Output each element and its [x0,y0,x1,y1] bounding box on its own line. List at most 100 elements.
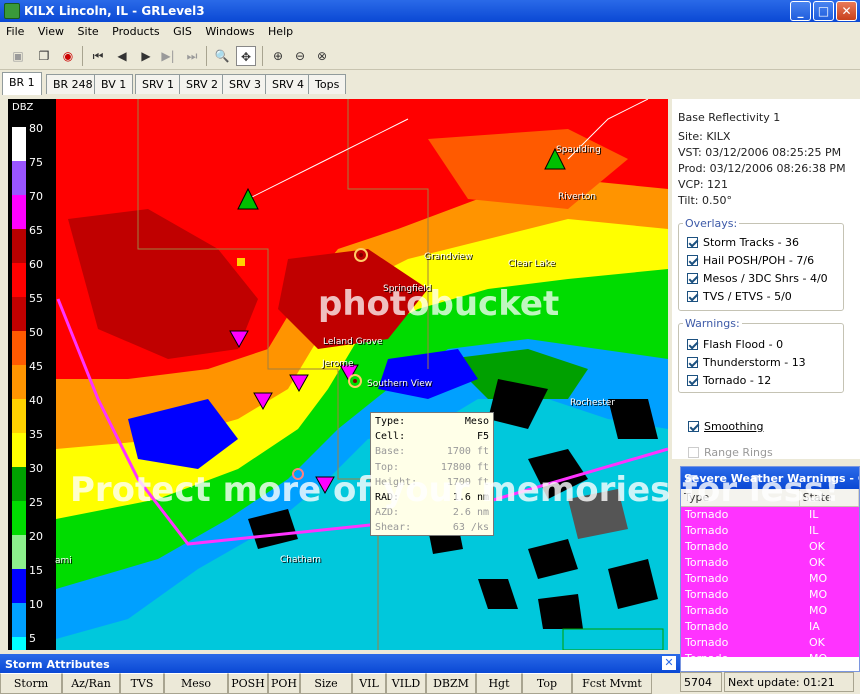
first-frame-icon[interactable]: ⏮ [88,46,108,66]
table-row[interactable]: Tornado OK [681,635,859,651]
tab-srv4[interactable]: SRV 4 [265,74,312,94]
col-tvs[interactable]: TVS [120,673,164,694]
radar-display[interactable]: DBZ 80 75 70 65 60 55 50 45 40 35 30 25 … [8,99,668,650]
legend-label: 5 [29,632,36,645]
watermark-logo: photobucket [318,284,560,324]
tab-br248[interactable]: BR 248 [46,74,100,94]
legend-label: 35 [29,428,43,441]
table-row[interactable]: TornadoMO [681,587,859,603]
close-button[interactable]: ✕ [836,1,857,21]
overlay-mesos[interactable]: Mesos / 3DC Shrs - 4/0 [687,272,828,285]
warnings-group: Warnings: Flash Flood - 0 Thunderstorm -… [678,317,844,393]
next-frame-icon[interactable]: ▶| [158,46,178,66]
toolbar: ▣ ❐ ◉ ⏮ ◀ ▶ ▶| ⏭ 🔍 ✥ ⊕ ⊖ ⊗ [0,42,860,70]
map-label-rochester: Rochester [570,398,615,408]
tab-bv1[interactable]: BV 1 [94,74,134,94]
checkbox[interactable] [687,291,698,302]
copy-icon[interactable]: ❐ [34,46,54,66]
legend-label: 80 [29,122,43,135]
legend-label: 55 [29,292,43,305]
checkbox[interactable] [687,273,698,284]
checkbox[interactable] [688,421,699,432]
zoom-icon[interactable]: 🔍 [212,46,232,66]
menu-products[interactable]: Products [106,22,164,38]
checkbox[interactable] [687,375,698,386]
col-storm[interactable]: Storm [0,673,62,694]
col-vild[interactable]: VILD [386,673,426,694]
vst-line: VST: 03/12/2006 08:25:25 PM [678,146,842,159]
popup-row-base: Base: 1700 ft [375,446,489,458]
col-posh[interactable]: POSH [228,673,268,694]
tab-srv1[interactable]: SRV 1 [135,74,182,94]
map-label-leland-grove: Leland Grove [323,337,383,347]
col-az-ran[interactable]: Az/Ran [62,673,120,694]
map-label-chatham: Chatham [280,555,322,565]
zoom-reset-icon[interactable]: ⊗ [312,46,332,66]
menu-bar: File View Site Products GIS Windows Help [0,22,860,41]
checkbox[interactable] [687,237,698,248]
table-row[interactable]: Tornado IL [681,523,859,539]
menu-site[interactable]: Site [72,22,103,38]
col-size[interactable]: Size [300,673,352,694]
last-frame-icon[interactable]: ⏭ [182,46,202,66]
pan-icon[interactable]: ✥ [236,46,256,66]
menu-file[interactable]: File [0,22,28,38]
minimize-button[interactable]: _ [790,1,811,21]
play-icon[interactable]: ▶ [136,46,156,66]
tab-srv3[interactable]: SRV 3 [222,74,269,94]
range-rings-checkbox[interactable]: Range Rings [688,446,773,459]
col-meso[interactable]: Meso [164,673,228,694]
maximize-button[interactable]: □ [813,1,834,21]
menu-view[interactable]: View [32,22,68,38]
checkbox[interactable] [688,447,699,458]
col-dbzm[interactable]: DBZM [426,673,476,694]
col-poh[interactable]: POH [268,673,300,694]
app-icon [4,3,20,19]
map-label-southern-view: Southern View [367,379,433,389]
menu-windows[interactable]: Windows [199,22,258,38]
col-fcst-mvmt[interactable]: Fcst Mvmt [572,673,652,694]
warning-flash-flood[interactable]: Flash Flood - 0 [687,338,783,351]
tab-tops[interactable]: Tops [308,74,347,94]
menu-help[interactable]: Help [262,22,297,38]
status-code: 5704 [680,672,722,692]
menu-gis[interactable]: GIS [167,22,196,38]
table-row[interactable]: TornadoMO [681,603,859,619]
table-row[interactable]: Tornado OK [681,555,859,571]
info-panel: Base Reflectivity 1 Site: KILX VST: 03/1… [672,99,860,459]
warning-thunderstorm[interactable]: Thunderstorm - 13 [687,356,806,369]
col-top[interactable]: Top [522,673,572,694]
overlay-storm-tracks[interactable]: Storm Tracks - 36 [687,236,799,249]
tab-srv2[interactable]: SRV 2 [179,74,226,94]
checkbox[interactable] [687,255,698,266]
col-hgt[interactable]: Hgt [476,673,522,694]
zoom-out-icon[interactable]: ⊖ [290,46,310,66]
map-label-jerome: Jerome [322,359,354,369]
record-icon[interactable]: ◉ [58,46,78,66]
map-label-spaulding: Spaulding [556,145,601,155]
product-name: Base Reflectivity 1 [678,111,781,124]
legend-swatch [12,399,26,433]
legend-label: 20 [29,530,43,543]
zoom-in-icon[interactable]: ⊕ [268,46,288,66]
previous-frame-icon[interactable]: ◀ [112,46,132,66]
status-bar: 5704 Next update: 01:21 [680,672,860,694]
legend-swatch [12,297,26,331]
col-vil[interactable]: VIL [352,673,386,694]
smoothing-checkbox[interactable]: Smoothing [688,420,763,433]
checkbox[interactable] [687,357,698,368]
checkbox[interactable] [687,339,698,350]
tab-br1[interactable]: BR 1 [2,72,42,95]
overlay-tvs[interactable]: TVS / ETVS - 5/0 [687,290,792,303]
open-icon[interactable]: ▣ [8,46,28,66]
overlay-hail[interactable]: Hail POSH/POH - 7/6 [687,254,814,267]
legend-label: 45 [29,360,43,373]
table-row[interactable]: TornadoMO [681,571,859,587]
table-row[interactable]: Tornado OK [681,539,859,555]
legend-swatch [12,195,26,229]
prod-line: Prod: 03/12/2006 08:26:38 PM [678,162,846,175]
table-row[interactable]: TornadoMO [681,651,859,657]
warning-tornado[interactable]: Tornado - 12 [687,374,771,387]
table-row[interactable]: Tornado IA [681,619,859,635]
close-icon[interactable]: ✕ [662,656,676,670]
